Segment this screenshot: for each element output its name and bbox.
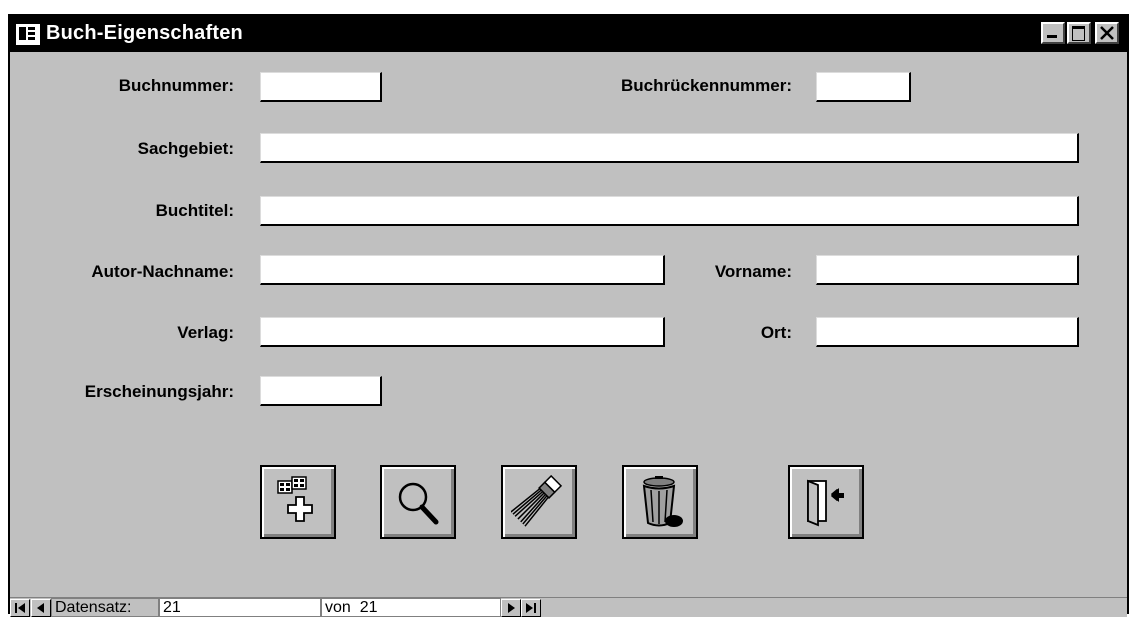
last-record-button[interactable] bbox=[521, 599, 541, 617]
autor-nachname-field[interactable] bbox=[260, 255, 665, 285]
label-sachgebiet: Sachgebiet: bbox=[137, 139, 234, 158]
label-verlag: Verlag: bbox=[177, 323, 234, 342]
buchrueckennummer-field[interactable] bbox=[816, 72, 911, 102]
record-count-box: von 21 bbox=[321, 598, 501, 617]
minimize-icon bbox=[1047, 35, 1057, 38]
vorname-field[interactable] bbox=[816, 255, 1079, 285]
new-record-icon bbox=[277, 476, 313, 522]
label-vorname: Vorname: bbox=[714, 262, 792, 281]
current-record-value: 21 bbox=[163, 599, 181, 616]
last-record-icon bbox=[526, 603, 536, 613]
title-bar[interactable]: Buch-Eigenschaften bbox=[10, 16, 1127, 52]
current-record-field[interactable]: 21 bbox=[159, 598, 321, 617]
erscheinungsjahr-field[interactable] bbox=[260, 376, 382, 406]
search-icon bbox=[398, 482, 439, 525]
previous-record-button[interactable] bbox=[31, 599, 51, 617]
ort-field[interactable] bbox=[816, 317, 1079, 347]
window-title: Buch-Eigenschaften bbox=[46, 22, 243, 44]
exit-door-icon bbox=[807, 479, 844, 527]
form-icon bbox=[16, 24, 40, 45]
label-autor-nachname: Autor-Nachname: bbox=[91, 262, 234, 281]
maximize-icon bbox=[1072, 26, 1085, 41]
previous-record-icon bbox=[37, 603, 44, 613]
label-buchrueckennummer: Buchrückennummer: bbox=[621, 76, 792, 95]
label-ort: Ort: bbox=[760, 323, 792, 342]
form-window: Buch-Eigenschaften Buchnummer: Buchrücke… bbox=[8, 14, 1129, 617]
buchtitel-field[interactable] bbox=[260, 196, 1079, 226]
delete-button[interactable] bbox=[622, 465, 698, 539]
buchnummer-field[interactable] bbox=[260, 72, 382, 102]
close-button[interactable] bbox=[1095, 22, 1119, 44]
record-navigator: Datensatz: 21 von 21 bbox=[10, 597, 1127, 617]
first-record-button[interactable] bbox=[10, 599, 30, 617]
broom-icon bbox=[511, 475, 563, 527]
maximize-button[interactable] bbox=[1067, 22, 1091, 44]
next-record-button[interactable] bbox=[501, 599, 521, 617]
trash-can-icon bbox=[642, 476, 683, 527]
close-icon bbox=[1100, 26, 1114, 40]
new-record-button[interactable] bbox=[260, 465, 336, 539]
of-label: von bbox=[325, 599, 351, 616]
total-records: 21 bbox=[359, 599, 378, 616]
exit-button[interactable] bbox=[788, 465, 864, 539]
label-buchnummer: Buchnummer: bbox=[118, 76, 234, 95]
search-button[interactable] bbox=[380, 465, 456, 539]
first-record-icon bbox=[15, 603, 25, 613]
label-buchtitel: Buchtitel: bbox=[155, 201, 234, 220]
record-label-box: Datensatz: bbox=[51, 598, 159, 617]
label-erscheinungsjahr: Erscheinungsjahr: bbox=[84, 382, 234, 401]
clear-button[interactable] bbox=[501, 465, 577, 539]
record-label: Datensatz: bbox=[55, 599, 132, 616]
verlag-field[interactable] bbox=[260, 317, 665, 347]
next-record-icon bbox=[508, 603, 515, 613]
sachgebiet-field[interactable] bbox=[260, 133, 1079, 163]
minimize-button[interactable] bbox=[1041, 22, 1065, 44]
